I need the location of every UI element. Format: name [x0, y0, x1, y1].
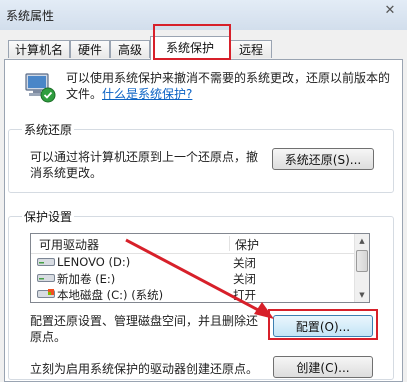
drive-list-header: 可用驱动器 保护	[31, 234, 357, 254]
create-description: 立刻为启用系统保护的驱动器创建还原点。	[30, 362, 259, 376]
what-is-system-protection-link[interactable]: 什么是系统保护?	[102, 87, 192, 101]
configure-button[interactable]: 配置(O)...	[273, 315, 373, 337]
drive-row[interactable]: 新加卷 (E:) 关闭	[31, 270, 357, 286]
drive-list-scrollbar[interactable]: ▲ ▼	[354, 234, 369, 302]
restore-description: 可以通过将计算机还原到上一个还原点，撤消系统更改。	[30, 150, 259, 180]
title-bar: 系统属性 ✕	[0, 0, 407, 30]
config-description: 配置还原设置、管理磁盘空间，并且删除还原点。	[30, 314, 259, 344]
drive-name: 新加卷 (E:)	[57, 272, 116, 286]
scroll-thumb[interactable]	[356, 250, 368, 272]
window-title: 系统属性	[6, 9, 55, 23]
column-header-drive[interactable]: 可用驱动器	[39, 236, 99, 253]
drive-name: LENOVO (D:)	[57, 255, 131, 269]
drive-name: 本地磁盘 (C:) (系统)	[57, 288, 164, 302]
system-restore-button[interactable]: 系统还原(S)...	[272, 148, 374, 170]
drive-icon	[37, 274, 55, 282]
scroll-down-icon[interactable]: ▼	[355, 288, 369, 302]
drive-protection-status: 打开	[233, 288, 256, 302]
drive-list[interactable]: 可用驱动器 保护 LENOVO (D:) 关闭 新加卷 (E:) 关闭 本地磁盘…	[30, 233, 370, 303]
tab-strip: 计算机名 硬件 高级 系统保护 远程	[0, 30, 407, 60]
tab-remote[interactable]: 远程	[230, 40, 272, 58]
drive-icon	[37, 258, 55, 266]
drive-row[interactable]: LENOVO (D:) 关闭	[31, 254, 357, 270]
tab-hardware[interactable]: 硬件	[70, 40, 110, 58]
drive-protection-status: 关闭	[233, 272, 256, 286]
column-header-protection[interactable]: 保护	[235, 236, 259, 253]
intro-description: 可以使用系统保护来撤消不需要的系统更改，还原以前版本的文件。什么是系统保护?	[66, 70, 396, 102]
system-protection-icon	[25, 73, 56, 103]
restore-group-title: 系统还原	[22, 121, 75, 138]
scroll-up-icon[interactable]: ▲	[355, 234, 369, 248]
system-drive-icon	[37, 289, 55, 298]
tab-advanced[interactable]: 高级	[110, 40, 150, 58]
close-icon[interactable]: ✕	[381, 4, 399, 18]
drive-row[interactable]: 本地磁盘 (C:) (系统) 打开	[31, 286, 357, 302]
tab-computer-name[interactable]: 计算机名	[8, 40, 70, 58]
protection-group-title: 保护设置	[22, 208, 75, 225]
drive-protection-status: 关闭	[233, 256, 256, 270]
tab-system-protection[interactable]: 系统保护	[150, 36, 230, 60]
create-button[interactable]: 创建(C)...	[273, 356, 373, 378]
column-divider	[229, 236, 230, 251]
